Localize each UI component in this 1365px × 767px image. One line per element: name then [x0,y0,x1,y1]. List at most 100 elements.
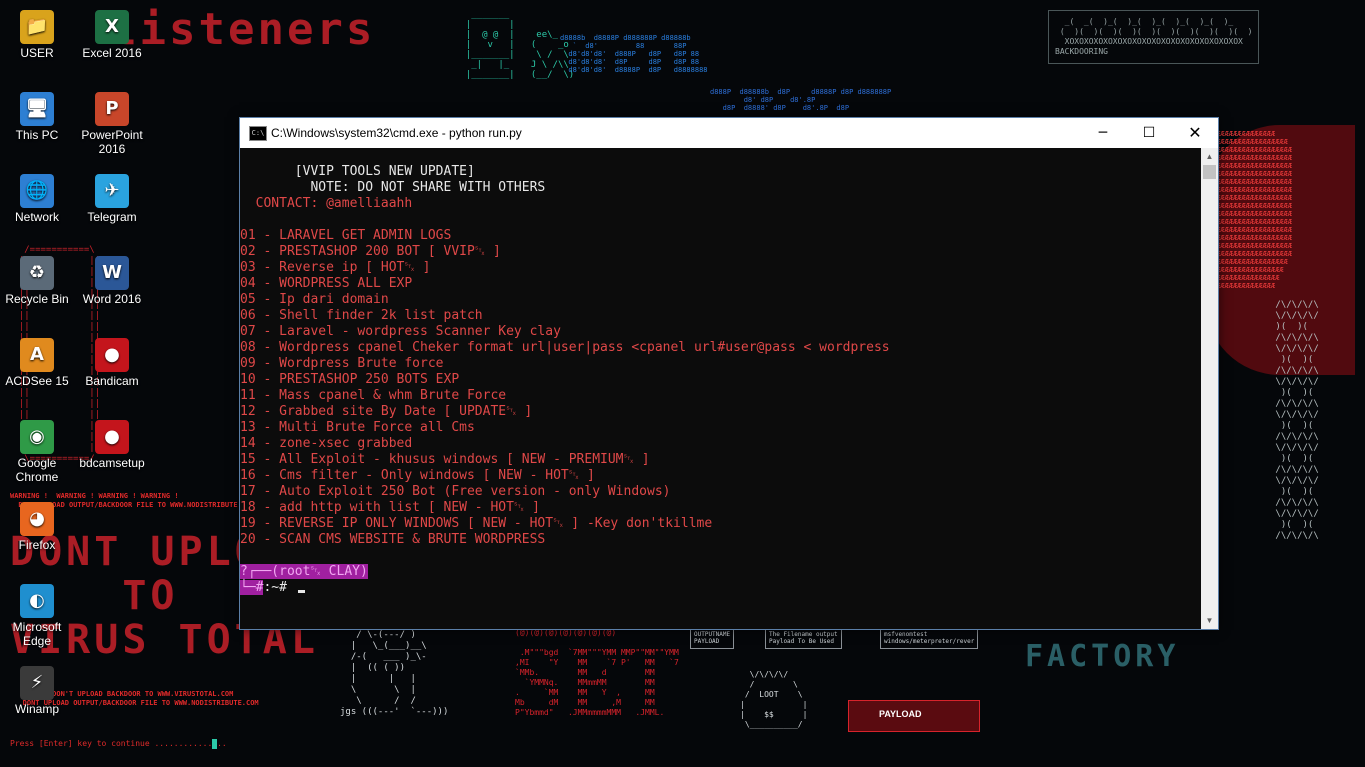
scroll-up-arrow-icon[interactable]: ▲ [1201,148,1218,165]
desktop-icon-label: Google Chrome [15,456,59,484]
terminal-output[interactable]: [VVIP TOOLS NEW UPDATE] NOTE: DO NOT SHA… [240,148,1201,629]
terminal-note: NOTE: DO NOT SHARE WITH OTHERS [240,180,546,195]
menu-item: 20 - SCAN CMS WEBSITE & BRUTE WORDPRESS [240,532,546,547]
menu-item: 07 - Laravel - wordpress Scanner Key cla… [240,324,561,339]
window-titlebar[interactable]: C:\ C:\Windows\system32\cmd.exe - python… [240,118,1218,148]
user-folder-icon: 📁 [20,10,54,44]
desktop-icon-label: bdcamsetup [79,456,145,470]
wallpaper-press-enter: Press [Enter] key to continue ..........… [10,739,227,748]
desktop-icon-label: USER [20,46,54,60]
desktop-icon-chrome[interactable]: ◉ Google Chrome [4,420,70,484]
vertical-scrollbar[interactable]: ▲ ▼ [1201,148,1218,629]
prompt-line-2[interactable]: └─#:~# [240,580,1201,596]
menu-item: 02 - PRESTASHOP 200 BOT [ VVIP␂ ] [240,244,501,259]
network-icon: 🌐 [20,174,54,208]
powerpoint-icon: P [95,92,129,126]
prompt-line-1: ?┌──(root␂ CLAY) [240,564,1201,580]
desktop-icon-label: Bandicam [85,374,139,388]
menu-item: 01 - LARAVEL GET ADMIN LOGS [240,228,452,243]
wallpaper-cursor [212,739,217,749]
desktop-icon-firefox[interactable]: ◕ Firefox [4,502,70,552]
prompt-path: :~# [263,580,295,595]
desktop-icon-label: This PC [15,128,59,142]
desktop-icon-powerpoint[interactable]: P PowerPoint 2016 [79,92,145,156]
cmd-app-icon: C:\ [249,126,267,141]
scroll-thumb[interactable] [1203,165,1216,179]
desktop-icon-label: Word 2016 [82,292,142,306]
desktop-icon-user-folder[interactable]: 📁 USER [4,10,70,60]
desktop-icon-label: Winamp [14,702,59,716]
menu-item: 10 - PRESTASHOP 250 BOTS EXP [240,372,460,387]
wallpaper-payload-truck: PAYLOAD [848,700,980,732]
desktop-icon-label: Network [14,210,59,224]
desktop-icon-label: Microsoft Edge [12,620,62,648]
wallpaper-blue-ascii: d8888b d8888P d888888P d88888b ` d8' 88 … [560,34,708,74]
wallpaper-loot-bag: \/\/\/\/ / \ / LOOT \ | | | $$ | \______… [740,670,808,729]
menu-item: 06 - Shell finder 2k list patch [240,308,483,323]
desktop-icon-label: Recycle Bin [5,292,69,306]
prompt-corner: └─# [240,580,264,595]
menu-item: 12 - Grabbed site By Date [ UPDATE␂ ] [240,404,533,419]
text-cursor [297,590,305,593]
wallpaper-bottom-red-ascii: (@)(@)(@)(@)(@)(@)(@) .M"""bgd `7MM"""YM… [515,628,679,717]
menu-item: 05 - Ip dari domain [240,292,389,307]
firefox-icon: ◕ [20,502,54,536]
desktop-icon-excel[interactable]: X Excel 2016 [79,10,145,60]
wallpaper-backdooring-art: _( _( )_( )_( )_( )_( )_( )_ ( )( )( )( … [1048,10,1260,64]
window-title: C:\Windows\system32\cmd.exe - python run… [271,126,522,140]
desktop-icon-label: PowerPoint 2016 [81,128,143,156]
bdcamsetup-icon: ● [95,420,129,454]
menu-item: 14 - zone-xsec grabbed [240,436,413,451]
wallpaper-red-dots: ÆÆÆÆÆÆÆÆÆÆÆÆÆÆÆ ÆÆÆÆÆÆÆÆÆÆÆÆÆÆÆÆÆÆ ÆÆÆÆÆ… [1212,130,1293,290]
desktop-icon-telegram[interactable]: ✈ Telegram [79,174,145,224]
this-pc-icon: 🖥 [20,92,54,126]
bandicam-icon: ● [95,338,129,372]
wallpaper-info-box-3: msfvenomtest windows/meterpreter/rever [880,627,979,649]
wallpaper-listeners-art: listeners [110,4,376,55]
wallpaper-blue-ascii-2: d888P d88888b d8P d8888P d8P d888888P d8… [710,88,892,112]
close-button[interactable]: ✕ [1172,118,1218,148]
word-icon: W [95,256,129,290]
wallpaper-info-box-1: OUTPUTNAME PAYLOAD [690,627,735,649]
terminal-contact: CONTACT: @amelliaahh [240,196,413,211]
edge-icon: ◐ [20,584,54,618]
chrome-icon: ◉ [20,420,54,454]
menu-item: 13 - Multi Brute Force all Cms [240,420,475,435]
wallpaper-gray-column: /\/\/\/\ \/\/\/\/ )( )( /\/\/\/\ \/\/\/\… [1275,300,1319,541]
menu-item: 17 - Auto Exploit 250 Bot (Free version … [240,484,671,499]
minimize-button[interactable]: ─ [1080,118,1126,148]
telegram-icon: ✈ [95,174,129,208]
desktop-icon-label: ACDSee 15 [5,374,69,388]
menu-item: 03 - Reverse ip [ HOT␂ ] [240,260,431,275]
menu-item: 09 - Wordpress Brute force [240,356,444,371]
maximize-button[interactable]: ☐ [1126,118,1172,148]
desktop-icon-network[interactable]: 🌐 Network [4,174,70,224]
desktop-icon-winamp[interactable]: ⚡ Winamp [4,666,70,716]
menu-item: 16 - Cms filter - Only windows [ NEW - H… [240,468,595,483]
acdsee-icon: A [20,338,54,372]
desktop-icon-bandicam[interactable]: ● Bandicam [79,338,145,388]
desktop-icon-recycle-bin[interactable]: ♻ Recycle Bin [4,256,70,306]
desktop-icon-label: Telegram [87,210,137,224]
desktop-icon-acdsee[interactable]: A ACDSee 15 [4,338,70,388]
cmd-window[interactable]: C:\ C:\Windows\system32\cmd.exe - python… [239,117,1219,630]
terminal-menu-list: 01 - LARAVEL GET ADMIN LOGS 02 - PRESTASH… [240,228,1201,548]
prompt-user-host: ?┌──(root␂ CLAY) [240,564,368,579]
menu-item: 18 - add http with list [ NEW - HOT␂ ] [240,500,540,515]
winamp-icon: ⚡ [20,666,54,700]
desktop-icon-word[interactable]: W Word 2016 [79,256,145,306]
scroll-down-arrow-icon[interactable]: ▼ [1201,612,1218,629]
menu-item: 08 - Wordpress cpanel Cheker format url|… [240,340,890,355]
recycle-bin-icon: ♻ [20,256,54,290]
menu-item: 04 - WORDPRESS ALL EXP [240,276,413,291]
desktop-icon-edge[interactable]: ◐ Microsoft Edge [4,584,70,648]
excel-icon: X [95,10,129,44]
wallpaper-cyan-ascii: _______ | | | @ @ | ee\_ | v | ( _o |___… [465,10,575,80]
desktop-icon-bdcamsetup[interactable]: ● bdcamsetup [79,420,145,470]
menu-item: 19 - REVERSE IP ONLY WINDOWS [ NEW - HOT… [240,516,713,531]
desktop-icon-this-pc[interactable]: 🖥 This PC [4,92,70,142]
menu-item: 15 - All Exploit - khusus windows [ NEW … [240,452,650,467]
desktop-icon-label: Firefox [18,538,56,552]
